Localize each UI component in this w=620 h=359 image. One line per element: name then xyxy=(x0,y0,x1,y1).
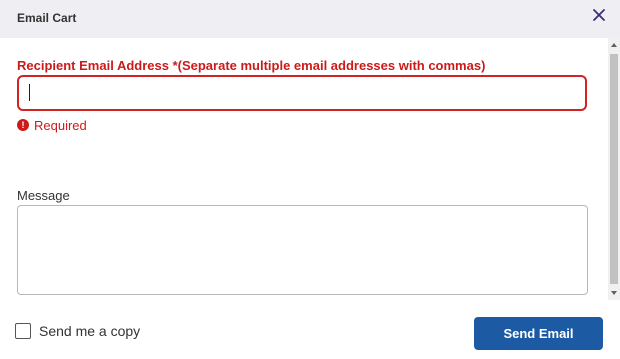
error-message: Required xyxy=(34,117,87,133)
vertical-scrollbar[interactable] xyxy=(608,38,620,300)
message-label: Message xyxy=(17,188,70,203)
email-cart-dialog: Email Cart Recipient Email Address *(Sep… xyxy=(0,0,620,359)
recipient-email-input[interactable] xyxy=(17,75,587,111)
scrollbar-thumb[interactable] xyxy=(610,54,618,284)
dialog-title: Email Cart xyxy=(17,11,77,25)
recipient-email-label: Recipient Email Address *(Separate multi… xyxy=(17,58,486,73)
send-copy-checkbox[interactable] xyxy=(15,323,31,339)
dialog-footer: Send me a copy Send Email xyxy=(0,300,620,359)
dialog-body: Recipient Email Address *(Separate multi… xyxy=(0,38,620,300)
close-button[interactable] xyxy=(589,5,609,25)
text-cursor xyxy=(29,84,30,101)
send-copy-label: Send me a copy xyxy=(39,323,141,339)
recipient-error: ! Required xyxy=(17,117,87,133)
scroll-down-arrow-icon[interactable] xyxy=(608,286,620,300)
exclamation-circle-icon: ! xyxy=(17,119,29,131)
scroll-up-arrow-icon[interactable] xyxy=(608,38,620,52)
dialog-header: Email Cart xyxy=(0,0,620,38)
close-icon xyxy=(593,9,605,21)
send-email-button[interactable]: Send Email xyxy=(474,317,603,350)
send-copy-option[interactable]: Send me a copy xyxy=(15,323,140,339)
message-textarea[interactable] xyxy=(17,205,588,295)
